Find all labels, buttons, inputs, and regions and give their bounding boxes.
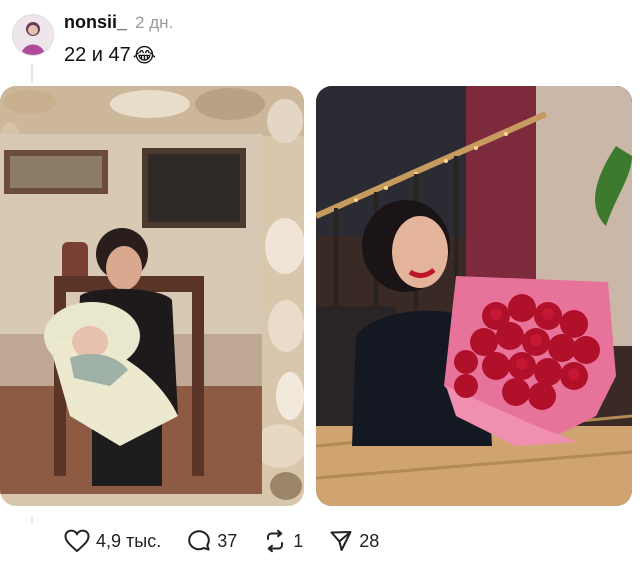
vintage-photo-image — [0, 86, 304, 506]
share-button[interactable]: 28 — [329, 529, 379, 553]
repost-button[interactable]: 1 — [263, 529, 303, 553]
comment-count: 37 — [217, 530, 238, 551]
thread-line — [31, 64, 33, 84]
avatar-image — [13, 15, 53, 55]
comment-button[interactable]: 37 — [187, 529, 237, 553]
laughing-emoji: 😂 — [132, 44, 157, 67]
action-bar: 4,9 тыс. 37 1 28 — [64, 528, 405, 554]
photo-left[interactable] — [0, 86, 304, 506]
post-text: 22 и 47 😂 — [64, 44, 156, 67]
comment-icon — [188, 530, 211, 551]
share-icon — [330, 531, 352, 551]
photo-right[interactable] — [316, 86, 632, 506]
post-header: nonsii_ 2 дн. — [64, 12, 173, 34]
like-button[interactable]: 4,9 тыс. — [64, 529, 161, 553]
thread-line-bottom — [31, 516, 33, 524]
heart-icon — [64, 529, 90, 553]
username[interactable]: nonsii_ — [64, 12, 127, 33]
repost-count: 1 — [293, 530, 304, 551]
post-body: 22 и 47 — [64, 44, 131, 66]
avatar[interactable] — [12, 14, 54, 56]
share-count: 28 — [359, 530, 380, 551]
roses-photo-image — [316, 86, 632, 506]
post-time: 2 дн. — [135, 13, 174, 32]
like-count: 4,9 тыс. — [96, 530, 162, 551]
repost-icon — [267, 529, 284, 553]
